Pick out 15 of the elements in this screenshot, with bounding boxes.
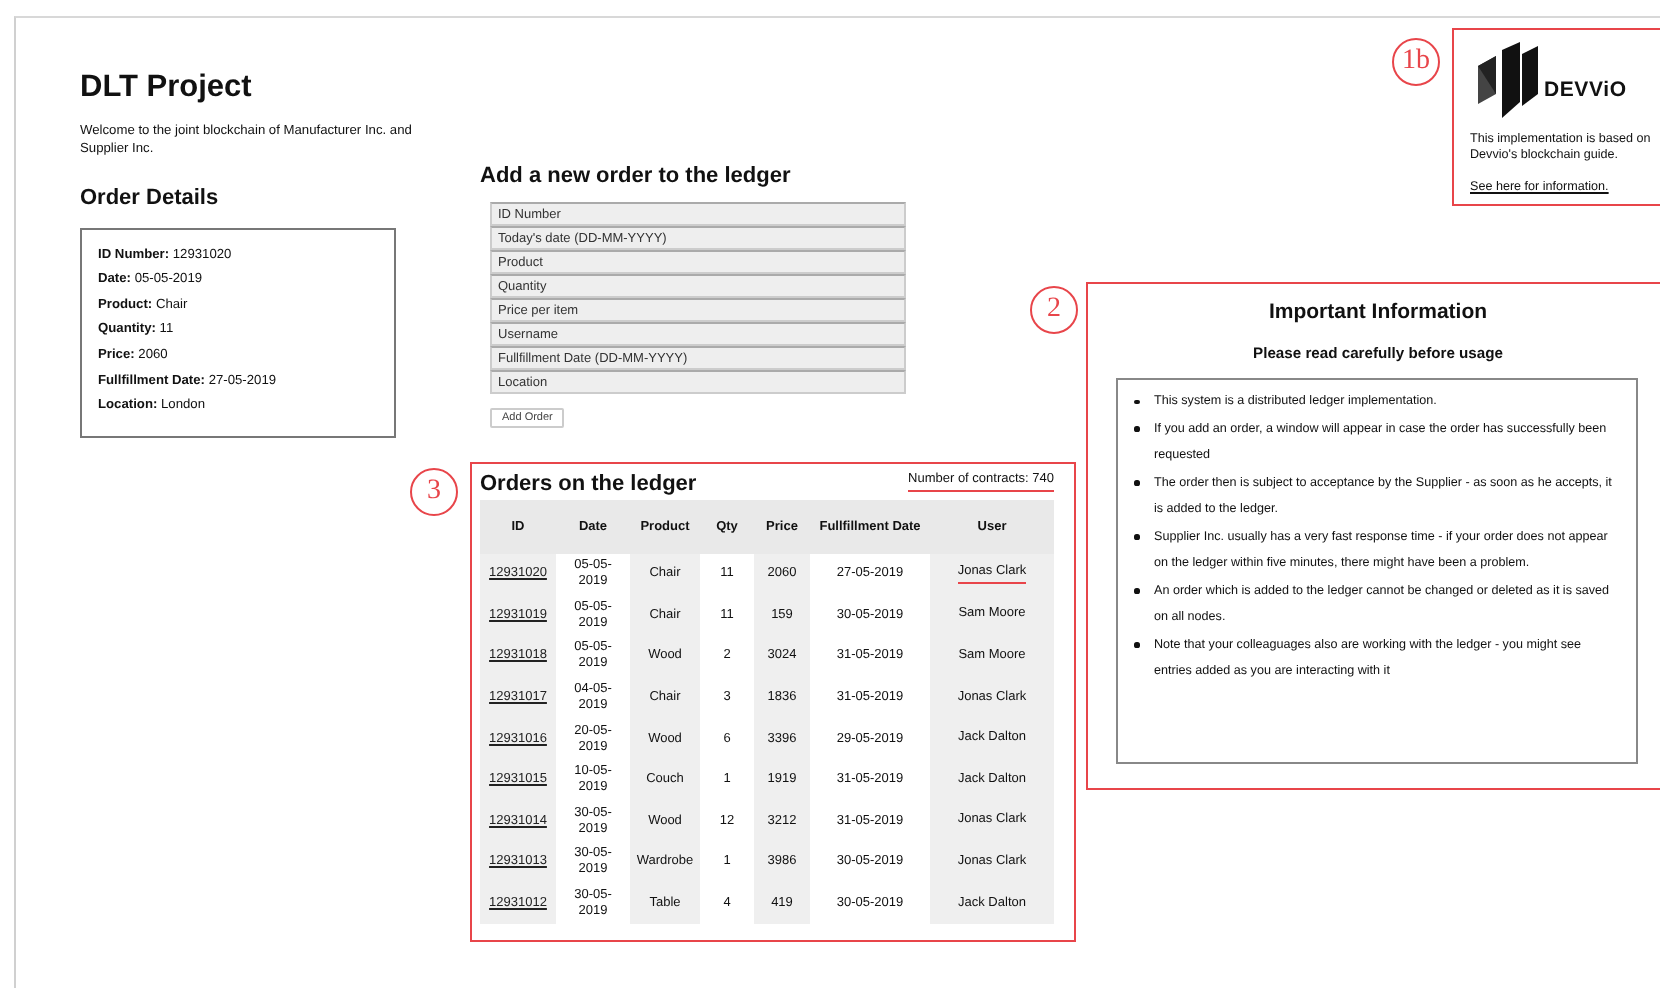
logo-wordmark: DEVViO — [1544, 78, 1627, 102]
bullet-icon — [1132, 478, 1142, 488]
page-title: DLT Project — [80, 70, 254, 106]
logo-icon — [1478, 42, 1538, 118]
annotation-marker: 3 — [410, 468, 458, 516]
annotation-marker: 1b — [1392, 38, 1440, 86]
bullet-icon — [1132, 532, 1142, 542]
bullet-icon — [1132, 586, 1142, 596]
section-heading: Orders on the ledger — [480, 470, 697, 498]
section-heading: Add a new order to the ledger — [480, 164, 793, 190]
bullet-icon — [1132, 424, 1142, 434]
annotation-marker: 2 — [1030, 286, 1078, 334]
bullet-icon — [1132, 640, 1142, 650]
section-heading: Order Details — [80, 186, 221, 212]
info-heading: Important Information — [1266, 300, 1490, 326]
